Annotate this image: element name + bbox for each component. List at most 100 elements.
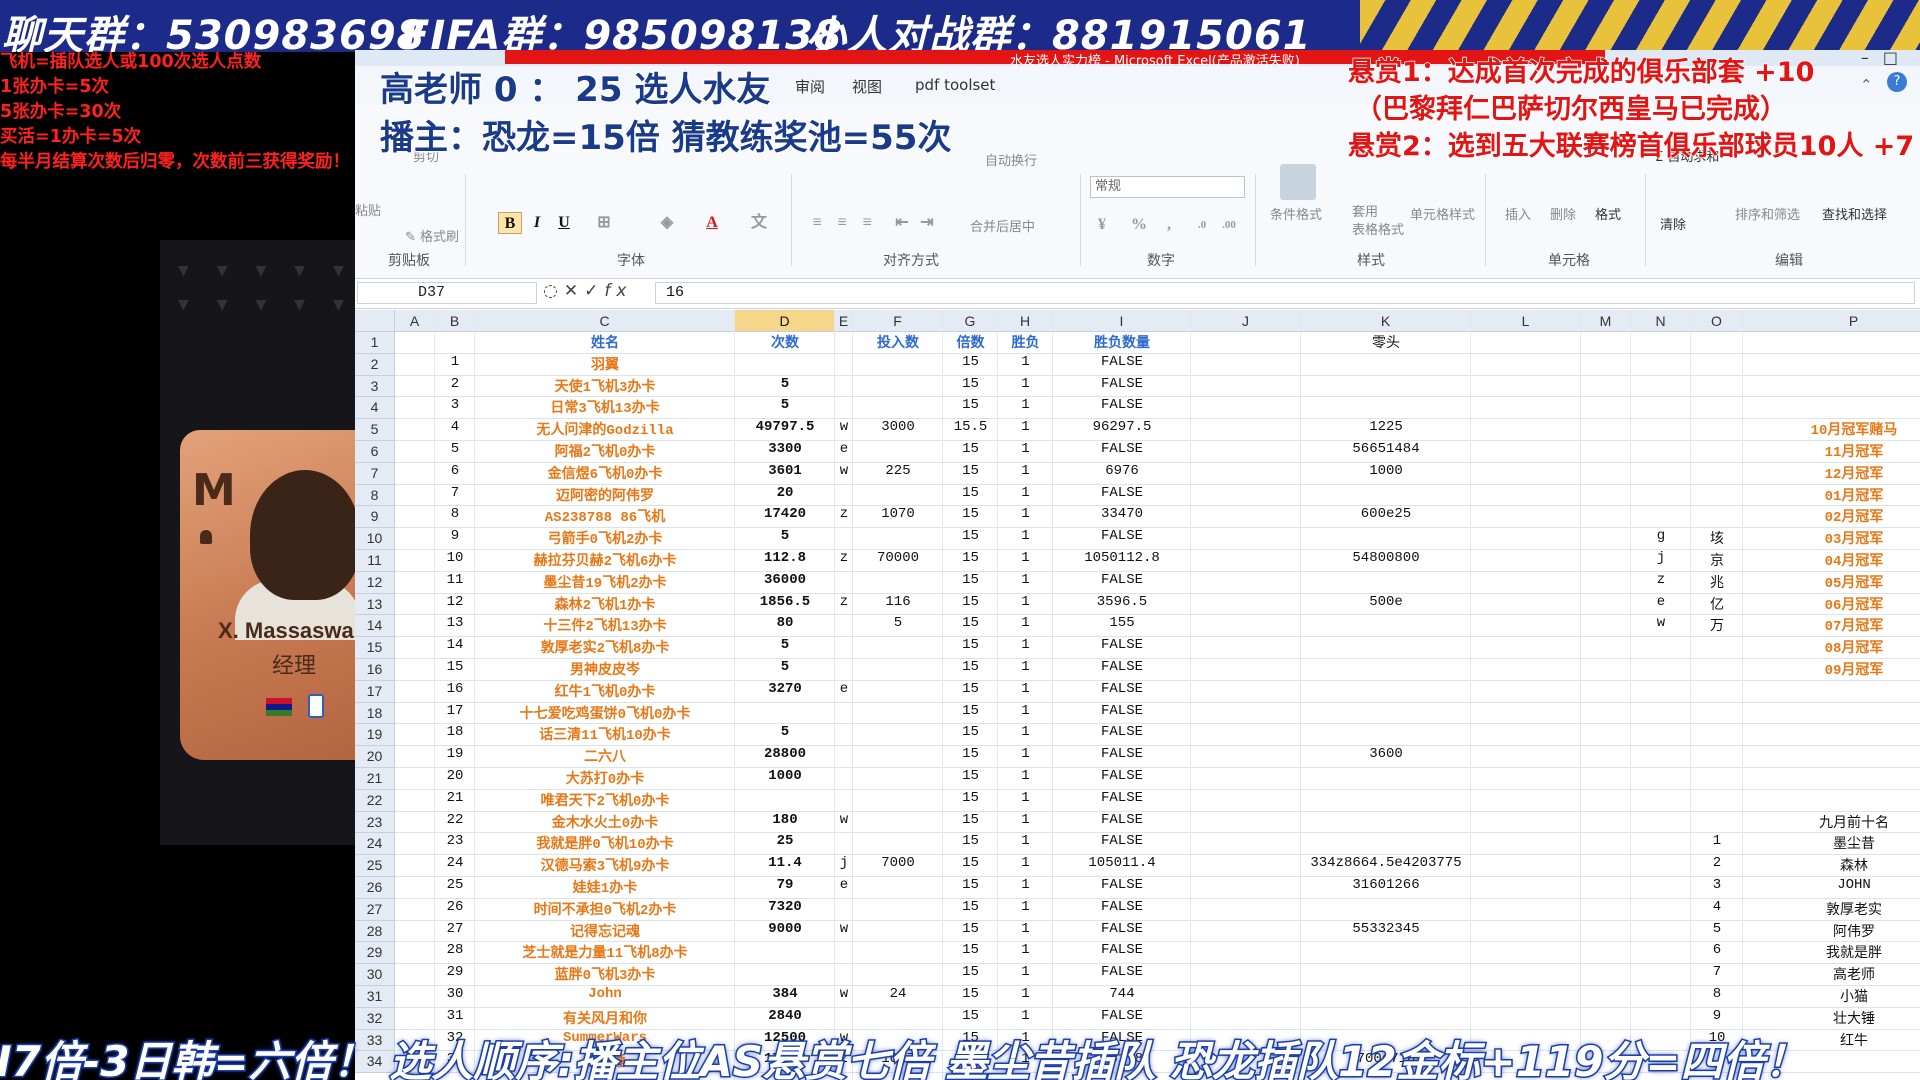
cell-h[interactable]: 1 [998,681,1053,703]
cell-e[interactable]: e [835,681,853,703]
cell-i[interactable]: FALSE [1053,703,1191,725]
row-header[interactable]: 20 [355,746,395,768]
italic-button[interactable]: I [525,212,549,234]
cell-i[interactable]: FALSE [1053,354,1191,376]
cell-d[interactable]: 112.8 [735,550,835,572]
cell-g[interactable]: 15 [943,768,998,790]
row-header[interactable]: 18 [355,702,395,725]
cell-g[interactable]: 15 [943,528,998,550]
cell-b[interactable]: 2 [435,376,475,398]
bold-button[interactable]: B [498,212,522,234]
cell-i[interactable]: 3596.5 [1053,594,1191,616]
cell-d[interactable]: 79 [735,877,835,899]
cell-i[interactable]: FALSE [1053,1008,1191,1030]
cell-k[interactable]: 55332345 [1301,921,1471,943]
cell-g[interactable]: 15 [943,594,998,616]
cell-g[interactable]: 15 [943,790,998,812]
cell-e[interactable]: w [835,463,853,485]
cell-p[interactable]: JOHN [1743,877,1920,899]
cell-g[interactable]: 15 [943,855,998,877]
cell-c[interactable]: 十三件2飞机13办卡 [475,615,735,637]
cell-f[interactable]: 70000 [853,550,943,572]
cell-d[interactable]: 7320 [735,899,835,921]
cell-i[interactable]: FALSE [1053,485,1191,507]
column-header-j[interactable]: J [1191,310,1301,332]
cell-n[interactable]: w [1631,615,1691,637]
row-header[interactable]: 23 [355,811,395,834]
row-header[interactable]: 12 [355,571,395,594]
row-header[interactable]: 28 [355,920,395,943]
cell-b[interactable]: 21 [435,790,475,812]
wrap-text-button[interactable]: 自动换行 [985,150,1037,169]
cell-f[interactable]: 24 [853,986,943,1008]
cell-i[interactable]: FALSE [1053,681,1191,703]
cell-n[interactable]: e [1631,594,1691,616]
cell-b[interactable]: 11 [435,572,475,594]
cell-p[interactable]: 阿伟罗 [1743,921,1920,943]
cell-p[interactable]: 10月冠军赌马 [1743,419,1920,441]
cell-g[interactable]: 15.5 [943,419,998,441]
cell-d[interactable]: 5 [735,659,835,681]
align-right-icon[interactable]: ≡ [855,212,879,234]
row-header[interactable]: 2 [355,353,395,376]
formula-input[interactable]: 16 [655,282,1915,304]
cell-i[interactable]: 1050112.8 [1053,550,1191,572]
cell-d[interactable]: 384 [735,986,835,1008]
cell-d[interactable]: 180 [735,812,835,834]
cell-c[interactable]: 时间不承担0飞机2办卡 [475,899,735,921]
cell-h[interactable]: 1 [998,768,1053,790]
cell-c[interactable]: 娃娃1办卡 [475,877,735,899]
cell-b[interactable]: 12 [435,594,475,616]
cell-b[interactable]: 29 [435,964,475,986]
cell-k[interactable]: 56651484 [1301,441,1471,463]
cell-g[interactable]: 15 [943,942,998,964]
row-header[interactable]: 31 [355,986,395,1008]
row-header[interactable]: 1 [355,332,395,354]
row-header[interactable]: 13 [355,593,395,616]
cell-d[interactable]: 3601 [735,463,835,485]
row-header[interactable]: 11 [355,550,395,572]
cell-c[interactable]: 墨尘昔19飞机2办卡 [475,572,735,594]
cell-b[interactable]: 30 [435,986,475,1008]
delete-button[interactable]: 删除 [1550,204,1576,223]
cell-h[interactable]: 1 [998,397,1053,419]
cell-b[interactable]: 14 [435,637,475,659]
cell-c[interactable]: 汉德马索3飞机9办卡 [475,855,735,877]
cell-c[interactable]: 芝士就是力量11飞机8办卡 [475,942,735,964]
format-button[interactable]: 格式 [1595,204,1621,223]
cell-p[interactable]: 02月冠军 [1743,506,1920,528]
cell-d[interactable]: 17420 [735,506,835,528]
cell-p[interactable]: 04月冠军 [1743,550,1920,572]
cell-i[interactable]: 33470 [1053,506,1191,528]
cell-o[interactable]: 9 [1691,1008,1743,1030]
cell-h[interactable]: 1 [998,441,1053,463]
cell-h[interactable]: 1 [998,637,1053,659]
cell-h[interactable]: 1 [998,899,1053,921]
comma-icon[interactable]: , [1157,214,1181,236]
cell-d[interactable]: 28800 [735,746,835,768]
cell-h[interactable]: 胜负 [998,332,1053,354]
cell-f[interactable]: 5 [853,615,943,637]
cell-e[interactable]: w [835,812,853,834]
cell-c[interactable]: 唯君天下2飞机0办卡 [475,790,735,812]
row-header[interactable]: 19 [355,724,395,747]
cell-p[interactable]: 12月冠军 [1743,463,1920,485]
cell-e[interactable]: e [835,877,853,899]
row-header[interactable]: 29 [355,942,395,965]
cell-i[interactable]: FALSE [1053,724,1191,746]
fill-color-icon[interactable]: ◈ [655,212,679,234]
cell-d[interactable]: 25 [735,833,835,855]
cell-g[interactable]: 15 [943,441,998,463]
cell-g[interactable]: 15 [943,376,998,398]
format-painter-button[interactable]: ✎ 格式刷 [405,226,459,245]
cell-h[interactable]: 1 [998,942,1053,964]
align-left-icon[interactable]: ≡ [805,212,829,234]
cell-c[interactable]: 我就是胖0飞机10办卡 [475,833,735,855]
row-header[interactable]: 21 [355,768,395,790]
column-header-o[interactable]: O [1691,310,1743,332]
cell-h[interactable]: 1 [998,877,1053,899]
cell-i[interactable]: FALSE [1053,942,1191,964]
column-header-p[interactable]: P [1743,310,1920,332]
cell-c[interactable]: 金木水火土0办卡 [475,812,735,834]
cell-k[interactable]: 3600 [1301,746,1471,768]
